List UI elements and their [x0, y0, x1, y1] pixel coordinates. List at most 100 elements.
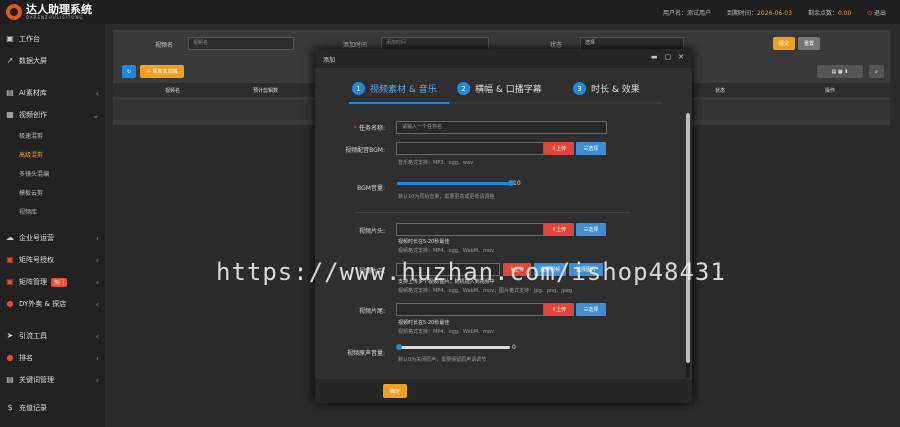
sidebar-item-dashboard[interactable]: ↗ 数据大屏 [0, 50, 105, 72]
add-time-label: 添加时间 [343, 42, 368, 49]
add-dialog: 添加 ▬ ▢ ✕ 1 视频素材 & 音乐 2 横幅 & 口播字幕 3 时长 & 效果 … [315, 49, 692, 403]
maximize-icon[interactable]: ▢ [665, 53, 672, 61]
sidebar-item-traffic[interactable]: ➤ 引流工具 ‹ [0, 325, 105, 347]
col-expected-count: 预计剪辑数 [253, 88, 279, 94]
original-volume-knob[interactable] [396, 344, 402, 350]
bgm-select-button[interactable]: ☰ 选择 [576, 142, 606, 155]
head-help-duration: 视频时长在5-20秒最佳 [398, 239, 450, 245]
chevron-left-icon: ‹ [95, 255, 99, 265]
chevron-left-icon: ‹ [95, 353, 99, 363]
bgm-volume-slider[interactable] [397, 182, 510, 185]
chevron-left-icon: ‹ [95, 375, 99, 385]
desktop-icon: ▣ [6, 34, 14, 43]
key-icon: ▤ [6, 375, 14, 384]
sidebar-sub-video-library[interactable]: 视频库 [0, 202, 105, 221]
top-bar: 达人助理系统 DARENZHULISITONG 用户名：测试用户 到期时间：20… [0, 0, 900, 24]
reset-button[interactable]: 重置 [798, 37, 820, 50]
watermark-text: https://www.huzhan.com/ishop48431 [216, 258, 726, 286]
original-volume-slider[interactable] [397, 346, 510, 349]
original-volume-help: 默认0为关闭原声，需要保留原声请调节 [398, 357, 487, 363]
search-toggle-button[interactable]: ⌕ [869, 65, 884, 78]
tab-banner-subtitle[interactable]: 2 横幅 & 口播字幕 [457, 82, 542, 95]
video-name-label: 视频名 [155, 42, 174, 49]
logo-icon [6, 4, 22, 20]
tab-duration-effect[interactable]: 3 时长 & 效果 [573, 82, 640, 95]
sidebar-item-ranking[interactable]: ● 排名 ‹ [0, 347, 105, 369]
close-icon[interactable]: ✕ [678, 53, 684, 61]
chevron-left-icon: ‹ [95, 299, 99, 309]
video-head-input[interactable] [396, 223, 544, 236]
tail-help-duration: 视频时长在5-20秒最佳 [398, 320, 450, 326]
hot-badge: 热门 [51, 277, 68, 287]
tab-video-music[interactable]: 1 视频素材 & 音乐 [352, 82, 437, 95]
chevron-left-icon: ‹ [95, 88, 99, 98]
sidebar-item-matrix-auth[interactable]: ▣ 矩阵号授权 ‹ [0, 249, 105, 271]
sidebar-item-video-create[interactable]: ▦ 视频创作 ⌄ [0, 104, 105, 126]
sidebar-item-enterprise[interactable]: ☁ 企业号运营 ‹ [0, 227, 105, 249]
cloud-icon: ☁ [6, 233, 14, 242]
minimize-icon[interactable]: ▬ [651, 53, 658, 61]
video-name-input[interactable]: 视频名 [188, 37, 294, 50]
sidebar-item-matrix-manage[interactable]: ▣ 矩阵管理 热门 ‹ [0, 271, 105, 293]
sidebar-item-ai-library[interactable]: ▤ AI素材库 ‹ [0, 82, 105, 104]
refresh-icon: ↻ [126, 68, 132, 75]
logout-icon: ⏻ [867, 10, 873, 17]
chevron-down-icon: ⌄ [92, 110, 99, 120]
video-head-label: 视频片头: [358, 228, 385, 235]
table-tools[interactable]: ▤ ▦ ⬇ [817, 65, 863, 78]
bgm-volume-help: 默认10为原始音量，需要更高或更低请调整 [398, 194, 495, 200]
tail-select-button[interactable]: ☰ 选择 [576, 303, 606, 316]
chart-icon: ↗ [6, 56, 14, 65]
sidebar-sub-fast-mix[interactable]: 极速混剪 [0, 126, 105, 145]
add-cloud-edit-button[interactable]: + 添加云剪辑 [140, 65, 184, 78]
dialog-form: * 任务名称: 请输入一个任务名 视频配音BGM: ⇪ 上传 ☰ 选择 音乐格式… [315, 113, 684, 378]
sidebar-item-keywords[interactable]: ▤ 关键词管理 ‹ [0, 369, 105, 391]
dialog-footer: 确定 [315, 379, 692, 403]
status-label: 状态 [550, 42, 563, 49]
sidebar: ▣ 工作台 ↗ 数据大屏 ▤ AI素材库 ‹ ▦ 视频创作 ⌄ 极速混剪 高级混剪 多镜头混… [0, 24, 105, 427]
store-icon: ● [6, 299, 14, 308]
video-tail-label: 视频片尾: [358, 308, 385, 315]
active-tab-indicator [349, 102, 449, 104]
dialog-scrollbar[interactable] [686, 113, 690, 378]
head-select-button[interactable]: ☰ 选择 [576, 223, 606, 236]
refresh-button[interactable]: ↻ [122, 65, 136, 78]
head-upload-button[interactable]: ⇪ 上传 [544, 223, 574, 236]
bgm-label: 视频配音BGM: [345, 147, 385, 154]
bgm-volume-label: BGM音量: [357, 185, 385, 192]
bgm-volume-value: 10 [513, 180, 521, 187]
chevron-left-icon: ‹ [95, 233, 99, 243]
logout-link[interactable]: ⏻ 退出 [867, 8, 886, 18]
manage-icon: ▣ [6, 277, 14, 286]
sidebar-sub-advanced-mix[interactable]: 高级混剪 [0, 145, 105, 164]
head-help-format: 视频格式支持：MP4、ogg、WebM、mov [398, 248, 495, 254]
sidebar-item-dy-takeaway[interactable]: ● DY外卖 & 探店 ‹ [0, 293, 105, 315]
bgm-input[interactable] [396, 142, 544, 155]
video-tail-input[interactable] [396, 303, 544, 316]
user-info: 用户名：测试用户 [663, 10, 712, 17]
chevron-left-icon: ‹ [95, 331, 99, 341]
original-volume-value: 0 [512, 344, 516, 351]
tail-help-format: 视频格式支持：MP4、ogg、WebM、mov [398, 329, 495, 335]
rank-icon: ● [6, 353, 14, 362]
money-icon: $ [7, 403, 13, 412]
bgm-upload-button[interactable]: ⇪ 上传 [544, 142, 574, 155]
confirm-button[interactable]: 确定 [383, 384, 407, 398]
divider [355, 212, 630, 213]
sidebar-sub-multi-lens[interactable]: 多镜头混编 [0, 164, 105, 183]
submit-button[interactable]: 提交 [773, 37, 795, 50]
tail-upload-button[interactable]: ⇪ 上传 [544, 303, 574, 316]
sidebar-sub-template-cloud[interactable]: 模板云剪 [0, 183, 105, 202]
chevron-left-icon: ‹ [95, 277, 99, 287]
logo: 达人助理系统 DARENZHULISITONG [6, 4, 92, 20]
task-name-input[interactable]: 请输入一个任务名 [396, 121, 607, 134]
sidebar-item-workbench[interactable]: ▣ 工作台 [0, 28, 105, 50]
sidebar-item-recharge[interactable]: $ 充值记录 [0, 397, 105, 419]
dialog-title: 添加 [323, 57, 336, 64]
step-tabs: 1 视频素材 & 音乐 2 横幅 & 口播字幕 3 时长 & 效果 [349, 82, 663, 104]
points-info: 剩余点数：0.00 [807, 10, 852, 17]
bgm-help: 音乐格式支持：MP3、ogg、wav [398, 160, 474, 166]
mid-help-format: 视频格式支持：MP4、ogg、WebM、mov；图片格式支持：jpg、png、j… [398, 288, 573, 294]
send-icon: ➤ [6, 331, 14, 340]
task-name-label: * 任务名称: [354, 125, 385, 132]
